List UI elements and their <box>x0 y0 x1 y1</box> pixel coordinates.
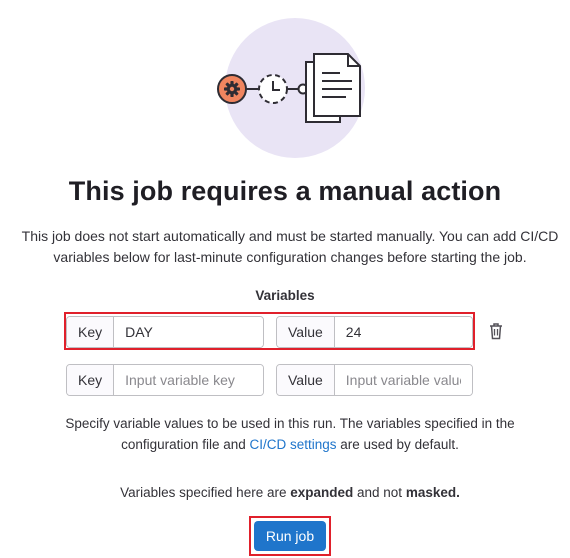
variable-value-input[interactable] <box>334 317 472 347</box>
manual-job-illustration <box>217 18 365 158</box>
value-label: Value <box>277 317 335 347</box>
variable-value-group: Value <box>276 364 473 396</box>
variable-value-input[interactable] <box>334 365 472 395</box>
run-job-highlight-outline: Run job <box>249 516 331 556</box>
variables-help-text: Specify variable values to be used in th… <box>60 413 520 455</box>
key-label: Key <box>67 317 115 347</box>
page-description: This job does not start automatically an… <box>21 228 559 265</box>
document-icon <box>305 53 361 123</box>
variable-row: Key Value <box>66 364 476 396</box>
value-label: Value <box>277 365 335 395</box>
manual-action-page: This job requires a manual action This j… <box>0 0 570 558</box>
variable-key-group: Key <box>66 316 264 348</box>
variables-expanded-note: Variables specified here are expanded an… <box>0 485 570 500</box>
variables-heading: Variables <box>255 288 315 303</box>
run-job-button[interactable]: Run job <box>254 521 326 551</box>
key-label: Key <box>67 365 115 395</box>
variable-key-input[interactable] <box>114 317 263 347</box>
note-bold-masked: masked. <box>405 485 460 500</box>
note-bold-expanded: expanded <box>290 485 354 500</box>
clock-icon <box>258 74 288 104</box>
gear-icon <box>217 74 247 104</box>
note-part1: Variables specified here are <box>120 485 291 500</box>
variable-value-group: Value <box>276 316 473 348</box>
note-part2: and not <box>353 485 406 500</box>
variable-key-input[interactable] <box>114 365 263 395</box>
help-text-part2: are used by default. <box>336 437 459 452</box>
variable-key-group: Key <box>66 364 264 396</box>
page-title: This job requires a manual action <box>68 176 502 206</box>
trash-icon[interactable] <box>488 322 504 340</box>
ci-cd-settings-link[interactable]: CI/CD settings <box>249 437 336 452</box>
variable-row: Key Value <box>66 316 476 348</box>
